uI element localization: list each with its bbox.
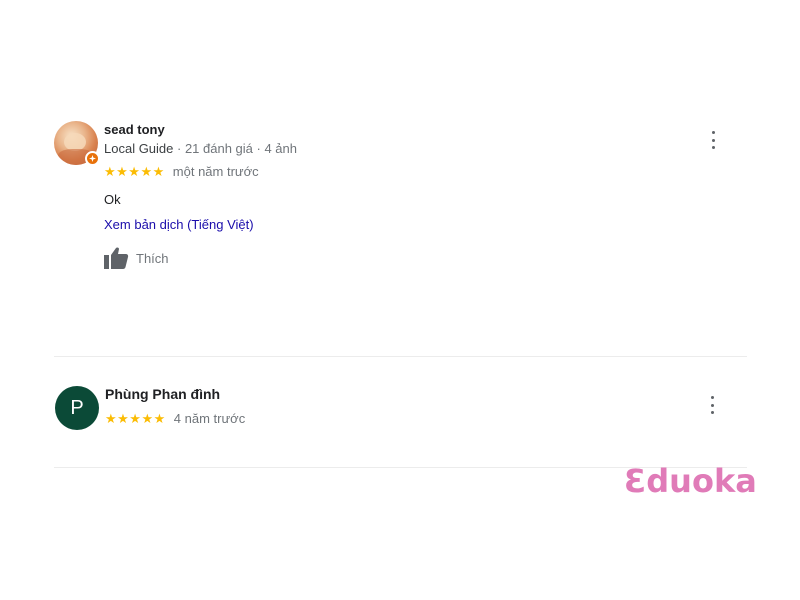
review-date: 4 năm trước (173, 411, 246, 426)
review-date: một năm trước (172, 164, 259, 179)
translate-link[interactable]: Xem bản dịch (Tiếng Việt) (104, 217, 254, 232)
thumbs-up-icon (104, 247, 129, 269)
review-text: Ok (104, 192, 121, 207)
watermark-logo: Ɛduoka (624, 462, 757, 500)
star-rating: ★★★★★ (105, 410, 166, 426)
author-meta: Local Guide · 21 đánh giá · 4 ảnh (104, 141, 297, 156)
local-guide-label: Local Guide (104, 141, 174, 156)
avatar[interactable]: P (55, 386, 99, 430)
rating-row: ★★★★★ một năm trước (104, 164, 259, 179)
like-label: Thích (136, 250, 169, 266)
avatar[interactable] (54, 121, 100, 166)
author-stats: · 21 đánh giá · 4 ảnh (173, 141, 297, 156)
avatar-letter: P (55, 386, 99, 430)
more-options-icon[interactable] (708, 131, 718, 149)
rating-row: ★★★★★ 4 năm trước (105, 411, 245, 426)
author-name[interactable]: Phùng Phan đình (105, 386, 220, 402)
star-rating: ★★★★★ (104, 163, 165, 179)
like-button[interactable]: Thích (104, 247, 169, 269)
local-guide-badge-icon (85, 151, 100, 166)
author-name[interactable]: sead tony (104, 122, 165, 137)
divider (54, 356, 747, 357)
more-options-icon[interactable] (707, 396, 717, 414)
